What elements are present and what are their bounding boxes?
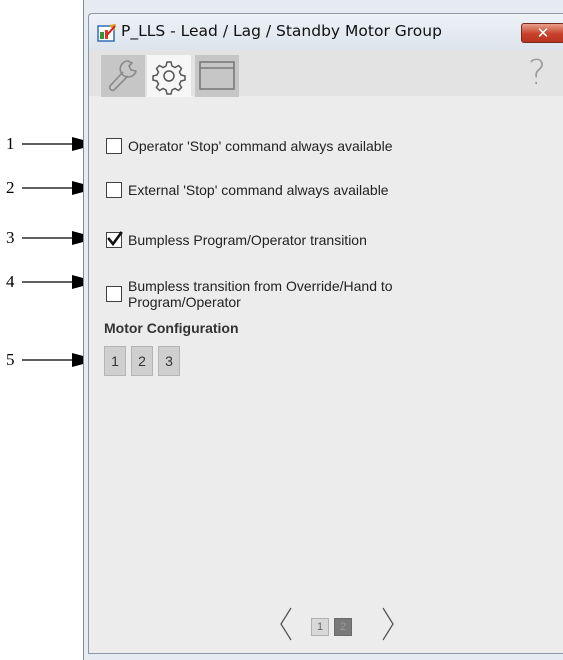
option-label: Operator 'Stop' command always available	[128, 138, 393, 154]
callout-number: 3	[6, 228, 15, 247]
callout-number: 1	[6, 134, 15, 153]
option-label: Bumpless transition from Override/Hand t…	[128, 278, 393, 310]
close-button[interactable]: ✕	[521, 23, 563, 43]
motor-configuration-label: Motor Configuration	[104, 320, 239, 336]
wrench-icon	[108, 60, 137, 92]
option-label: Bumpless Program/Operator transition	[128, 232, 367, 248]
external-stop-checkbox[interactable]	[106, 182, 122, 198]
operator-stop-checkbox[interactable]	[106, 138, 122, 154]
help-button[interactable]: ?	[519, 52, 555, 94]
tab-maintenance[interactable]	[101, 55, 145, 97]
option-label: External 'Stop' command always available	[128, 182, 389, 198]
callout-number: 4	[6, 272, 15, 291]
page-button-1[interactable]: 1	[311, 618, 329, 636]
callout-number: 2	[6, 178, 15, 197]
checkmark-icon	[107, 231, 123, 247]
window-frame: P_LLS - Lead / Lag / Standby Motor Group…	[88, 13, 563, 654]
prev-page-icon[interactable]	[279, 606, 293, 642]
window-icon	[199, 61, 235, 90]
gear-icon	[152, 61, 186, 95]
next-page-icon[interactable]	[381, 606, 395, 642]
motor-config-button-3[interactable]: 3	[158, 346, 180, 376]
app-faceplate-icon	[97, 24, 116, 42]
motor-config-button-2[interactable]: 2	[131, 346, 153, 376]
bumpless-override-hand-checkbox[interactable]	[106, 286, 122, 302]
motor-config-button-1[interactable]: 1	[104, 346, 126, 376]
tab-configuration[interactable]	[147, 55, 191, 97]
faceplate-window: P_LLS - Lead / Lag / Standby Motor Group…	[83, 0, 563, 660]
title-bar[interactable]: P_LLS - Lead / Lag / Standby Motor Group…	[89, 14, 563, 50]
tab-trends[interactable]	[195, 55, 239, 97]
callout-number: 5	[6, 350, 15, 369]
window-title: P_LLS - Lead / Lag / Standby Motor Group	[121, 22, 442, 40]
page-button-2[interactable]: 2	[334, 618, 352, 636]
bumpless-program-operator-checkbox[interactable]	[106, 231, 123, 248]
toolbar: ?	[89, 50, 563, 97]
